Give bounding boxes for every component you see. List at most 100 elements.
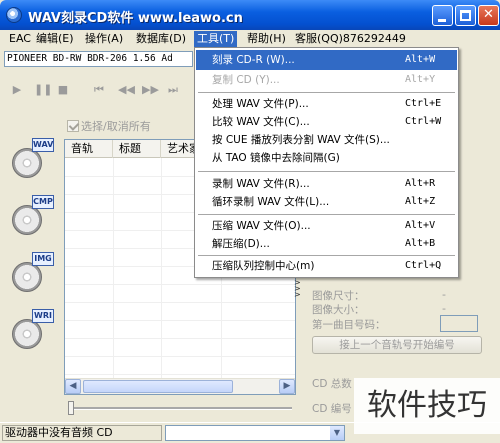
tool-wri[interactable]: WRI xyxy=(8,309,56,355)
image-size-value: - xyxy=(442,288,446,301)
grid-line xyxy=(65,338,295,339)
menu-item-process-wav[interactable]: 处理 WAV 文件(P)... Ctrl+E xyxy=(196,94,457,114)
skip-forward-icon[interactable]: ⏭ xyxy=(166,83,180,97)
minimize-icon xyxy=(438,19,446,22)
disc-icon xyxy=(12,205,42,235)
menu-bar: EAC 编辑(E) 操作(A) 数据库(D) 工具(T) 帮助(H) 客服(QQ… xyxy=(0,30,500,48)
drive-row: PIONEER BD-RW BDR-206 1.56 Ad xyxy=(0,50,195,68)
continue-numbering-button[interactable]: 接上一个音轨号开始编号 xyxy=(312,336,482,354)
fast-forward-icon[interactable]: ▶▶ xyxy=(142,83,159,97)
menu-tools[interactable]: 工具(T) xyxy=(194,31,238,47)
tool-cmp[interactable]: CMP xyxy=(8,195,56,241)
position-slider-thumb[interactable] xyxy=(68,401,74,415)
menu-item-burn-cd[interactable]: 刻录 CD-R (W)... Alt+W xyxy=(196,50,457,70)
menu-item-label: 复制 CD (Y)... xyxy=(212,74,280,86)
disc-icon xyxy=(12,262,42,292)
close-icon: ✕ xyxy=(483,7,494,22)
disc-icon xyxy=(12,319,42,349)
menu-item-remove-tao-gaps[interactable]: 从 TAO 镜像中去除间隔(G) xyxy=(196,148,457,168)
pause-icon[interactable]: ❚❚ xyxy=(34,83,52,97)
menu-eac[interactable]: EAC xyxy=(6,31,34,47)
tools-menu-dropdown: 刻录 CD-R (W)... Alt+W 复制 CD (Y)... Alt+Y 处理… xyxy=(194,47,459,278)
cd-total-label: CD 总数 xyxy=(312,378,352,390)
menu-separator xyxy=(198,214,455,215)
menu-item-shortcut: Alt+Z xyxy=(405,196,436,207)
menu-item-compress-wav[interactable]: 压缩 WAV 文件(O)... Alt+V xyxy=(196,216,457,236)
menu-item-loop-record-wav[interactable]: 循环录制 WAV 文件(L)... Alt+Z xyxy=(196,192,457,212)
maximize-button[interactable] xyxy=(455,5,476,26)
chevron-down-icon[interactable]: ▼ xyxy=(330,426,344,440)
menu-item-compression-queue[interactable]: 压缩队列控制中心(m) Ctrl+Q xyxy=(196,256,457,276)
menu-item-shortcut: Ctrl+Q xyxy=(405,260,442,271)
close-button[interactable]: ✕ xyxy=(478,5,499,26)
watermark: 软件技巧 xyxy=(354,378,500,434)
drive-select[interactable]: PIONEER BD-RW BDR-206 1.56 Ad xyxy=(4,51,193,67)
skip-back-icon[interactable]: ⏮ xyxy=(92,83,106,97)
grid-line xyxy=(65,302,295,303)
horizontal-scrollbar[interactable]: ◀ ▶ xyxy=(65,378,295,394)
menu-item-shortcut: Ctrl+W xyxy=(405,116,442,127)
cd-number-label: CD 编号 xyxy=(312,403,352,415)
column-title[interactable]: 标题 xyxy=(113,140,161,158)
tool-img[interactable]: IMG xyxy=(8,252,56,298)
grid-line xyxy=(65,356,295,357)
menu-item-compare-wav[interactable]: 比较 WAV 文件(C)... Ctrl+W xyxy=(196,112,457,132)
select-all-checkbox[interactable]: 选择/取消所有 xyxy=(67,118,151,134)
menu-item-split-by-cue[interactable]: 按 CUE 播放列表分割 WAV 文件(S)... xyxy=(196,130,457,150)
checkbox-icon xyxy=(67,120,79,132)
menu-item-label: 处理 WAV 文件(P)... xyxy=(212,98,309,110)
title-bar[interactable]: WAV刻录CD软件 www.leawo.cn ✕ xyxy=(0,0,500,30)
menu-item-label: 压缩 WAV 文件(O)... xyxy=(212,220,311,232)
menu-item-label: 刻录 CD-R (W)... xyxy=(212,54,295,66)
status-message: 驱动器中没有音频 CD xyxy=(2,425,162,441)
position-slider-track[interactable] xyxy=(70,407,292,410)
tool-wav[interactable]: WAV xyxy=(8,138,56,184)
grid-line xyxy=(161,158,162,380)
scroll-right-icon[interactable]: ▶ xyxy=(279,379,295,394)
app-disc-icon xyxy=(6,7,22,23)
first-track-field[interactable] xyxy=(440,315,478,332)
tool-tag-label: WRI xyxy=(32,309,54,323)
menu-item-copy-cd[interactable]: 复制 CD (Y)... Alt+Y xyxy=(196,70,457,90)
file-size-value: - xyxy=(442,302,446,315)
rewind-icon[interactable]: ◀◀ xyxy=(118,83,135,97)
menu-item-decompress[interactable]: 解压缩(D)... Alt+B xyxy=(196,234,457,254)
minimize-button[interactable] xyxy=(432,5,453,26)
scroll-left-icon[interactable]: ◀ xyxy=(65,379,81,394)
menu-item-label: 解压缩(D)... xyxy=(212,238,270,250)
menu-item-record-wav[interactable]: 录制 WAV 文件(R)... Alt+R xyxy=(196,174,457,194)
status-drive-select[interactable]: ▼ xyxy=(165,425,345,441)
menu-item-label: 循环录制 WAV 文件(L)... xyxy=(212,196,330,208)
tool-tag-label: WAV xyxy=(32,138,54,152)
image-size-label: 图像尺寸： xyxy=(312,290,365,302)
menu-item-shortcut: Alt+Y xyxy=(405,74,436,85)
window-title: WAV刻录CD软件 www.leawo.cn xyxy=(28,11,243,26)
grid-line xyxy=(113,158,114,380)
play-icon[interactable]: ▶ xyxy=(10,83,24,97)
menu-edit[interactable]: 编辑(E) xyxy=(33,31,77,47)
menu-separator xyxy=(198,92,455,93)
menu-item-shortcut: Alt+V xyxy=(405,220,436,231)
menu-item-shortcut: Alt+R xyxy=(405,178,436,189)
menu-item-label: 压缩队列控制中心(m) xyxy=(212,260,315,272)
select-all-label: 选择/取消所有 xyxy=(81,120,151,133)
column-track[interactable]: 音轨 xyxy=(65,140,113,158)
menu-item-label: 按 CUE 播放列表分割 WAV 文件(S)... xyxy=(212,134,390,146)
main-window: WAV刻录CD软件 www.leawo.cn ✕ EAC 编辑(E) 操作(A)… xyxy=(0,0,500,443)
menu-item-label: 录制 WAV 文件(R)... xyxy=(212,178,310,190)
menu-database[interactable]: 数据库(D) xyxy=(133,31,189,47)
menu-item-label: 比较 WAV 文件(C)... xyxy=(212,116,310,128)
menu-support[interactable]: 客服(QQ)876292449 xyxy=(292,31,409,47)
menu-item-label: 从 TAO 镜像中去除间隔(G) xyxy=(212,152,340,164)
maximize-icon xyxy=(460,10,471,21)
menu-item-shortcut: Alt+B xyxy=(405,238,436,249)
grid-line xyxy=(65,320,295,321)
scroll-thumb[interactable] xyxy=(83,380,233,393)
stop-icon[interactable]: ■ xyxy=(56,83,70,97)
menu-action[interactable]: 操作(A) xyxy=(82,31,126,47)
menu-help[interactable]: 帮助(H) xyxy=(244,31,289,47)
first-track-label: 第一曲目号码： xyxy=(312,319,386,331)
disc-icon xyxy=(12,148,42,178)
tool-tag-label: CMP xyxy=(32,195,54,209)
menu-separator xyxy=(198,171,455,172)
